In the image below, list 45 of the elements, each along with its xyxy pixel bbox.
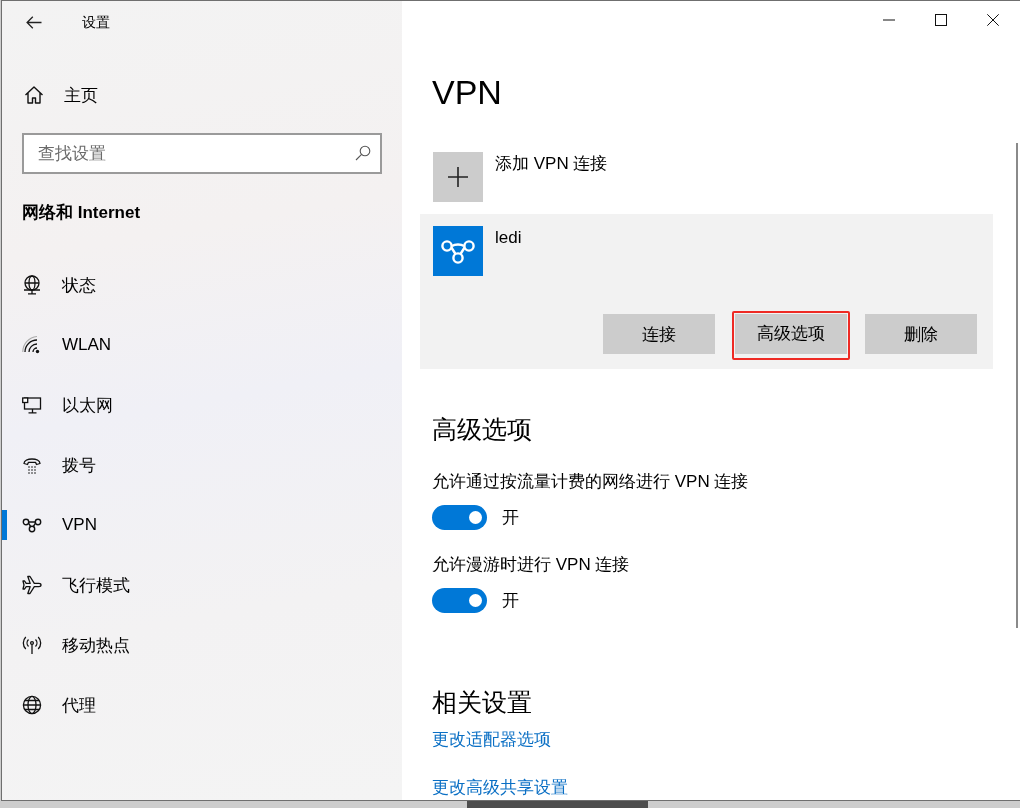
action-button[interactable]: 删除 bbox=[865, 314, 977, 354]
nav-item[interactable]: 拨号 bbox=[2, 435, 96, 495]
page-title: VPN bbox=[432, 72, 502, 113]
section-heading: 高级选项 bbox=[432, 414, 532, 445]
section-heading: 网络和 Internet bbox=[22, 202, 141, 224]
toggle-switch[interactable] bbox=[432, 588, 487, 613]
add-vpn-button[interactable]: 添加 VPN 连接 bbox=[432, 152, 608, 202]
toggle-state-label: 开 bbox=[502, 589, 519, 612]
search-icon[interactable] bbox=[355, 145, 371, 161]
scrollbar-thumb[interactable] bbox=[1016, 143, 1018, 628]
option-label: 允许漫游时进行 VPN 连接 bbox=[432, 554, 630, 576]
search-field[interactable]: 查找设置 bbox=[22, 133, 382, 174]
plus-icon bbox=[433, 152, 483, 202]
nav-item[interactable]: 代理 bbox=[2, 675, 96, 735]
toggle-state-label: 开 bbox=[502, 506, 519, 529]
nav-item[interactable]: 移动热点 bbox=[2, 615, 130, 675]
selection-bar bbox=[2, 510, 7, 540]
option-label: 允许通过按流量计费的网络进行 VPN 连接 bbox=[432, 471, 749, 493]
settings-link[interactable]: 更改适配器选项 bbox=[432, 728, 551, 752]
maximize-icon[interactable] bbox=[935, 14, 947, 26]
phone-icon bbox=[22, 455, 42, 475]
action-button[interactable]: 连接 bbox=[603, 314, 715, 354]
section-heading: 相关设置 bbox=[432, 687, 532, 718]
close-icon[interactable] bbox=[987, 14, 999, 26]
nav-item[interactable]: VPN bbox=[2, 495, 97, 555]
vpn-connection-icon bbox=[433, 226, 483, 276]
window-title: 设置 bbox=[82, 13, 110, 32]
globe-icon bbox=[22, 695, 42, 715]
monitor-icon bbox=[22, 395, 42, 415]
nav-item[interactable]: WLAN bbox=[2, 315, 112, 375]
home-link[interactable]: 主页 bbox=[2, 75, 98, 115]
nav-item[interactable]: 以太网 bbox=[2, 375, 113, 435]
airplane-icon bbox=[22, 575, 42, 595]
toggle-switch[interactable] bbox=[432, 505, 487, 530]
globe-monitor-icon bbox=[22, 275, 42, 295]
wifi-icon bbox=[22, 335, 42, 355]
nav-item[interactable]: 状态 bbox=[2, 255, 96, 315]
nav-item[interactable]: 飞行模式 bbox=[2, 555, 130, 615]
antenna-icon bbox=[22, 635, 42, 655]
settings-link[interactable]: 更改高级共享设置 bbox=[432, 776, 568, 800]
house-icon bbox=[24, 85, 44, 105]
action-button[interactable]: 高级选项 bbox=[735, 313, 847, 354]
vpn-connection-card[interactable]: ledi 连接 高级选项 删除 bbox=[420, 214, 993, 369]
back-arrow-icon[interactable] bbox=[26, 16, 42, 29]
connection-name: ledi bbox=[495, 227, 522, 249]
